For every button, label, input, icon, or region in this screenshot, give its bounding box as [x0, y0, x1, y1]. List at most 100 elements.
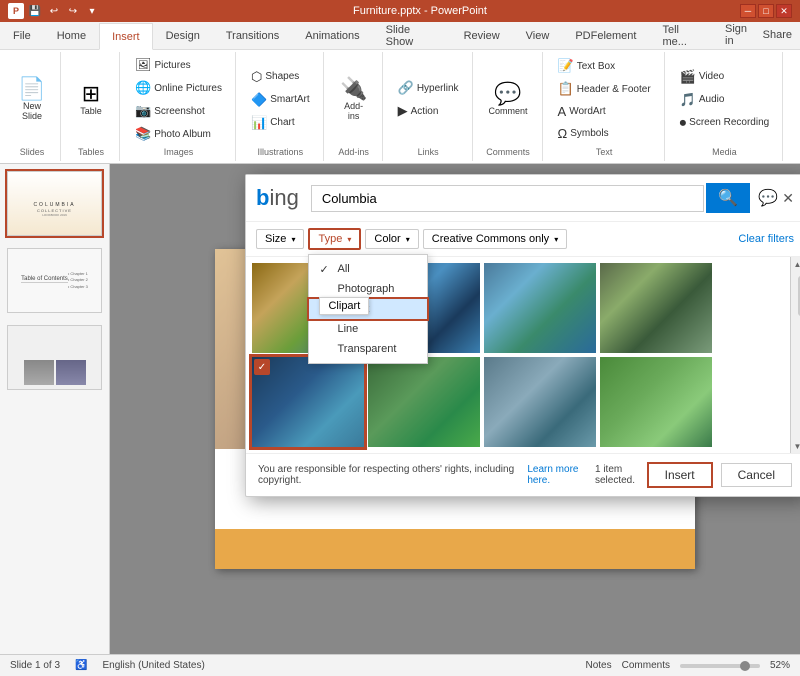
zoom-slider[interactable] [680, 664, 760, 668]
photo-album-icon: 📚 [135, 126, 151, 142]
slides-group-label: Slides [20, 147, 45, 159]
tab-home[interactable]: Home [44, 22, 99, 49]
ribbon-tabs: File Home Insert Design Transitions Anim… [0, 22, 800, 50]
cancel-btn[interactable]: Cancel [721, 463, 792, 487]
chart-icon: 📊 [251, 115, 267, 131]
color-arrow-icon: ▾ [406, 235, 410, 244]
new-slide-btn[interactable]: 📄 NewSlide [12, 74, 52, 125]
commons-filter-btn[interactable]: Creative Commons only ▾ [423, 229, 567, 249]
slide-thumb-3[interactable]: 3 [5, 323, 104, 392]
type-option-line[interactable]: Line [309, 319, 427, 339]
tab-review[interactable]: Review [451, 22, 513, 49]
dialog-close-btn[interactable]: ✕ [782, 190, 794, 207]
search-button[interactable]: 🔍 [706, 183, 750, 213]
size-filter-btn[interactable]: Size ▾ [256, 229, 304, 249]
undo-quick-btn[interactable]: ↩ [46, 3, 62, 19]
comments-btn[interactable]: Comments [622, 660, 670, 671]
restore-btn[interactable]: □ [758, 4, 774, 18]
header-footer-btn[interactable]: 📋 Header & Footer [553, 78, 656, 100]
tab-animations[interactable]: Animations [292, 22, 372, 49]
title-bar-left: P 💾 ↩ ↪ ▾ [8, 3, 100, 19]
comment-icon: 💬 [494, 83, 521, 105]
pictures-btn[interactable]: 🖼 Pictures [130, 54, 227, 76]
tab-pdfelement[interactable]: PDFelement [562, 22, 649, 49]
hyperlink-btn[interactable]: 🔗 Hyperlink [393, 77, 464, 99]
addins-group-label: Add-ins [338, 147, 369, 159]
tab-transitions[interactable]: Transitions [213, 22, 292, 49]
status-right: Notes Comments 52% [586, 660, 791, 671]
chart-btn[interactable]: 📊 Chart [246, 112, 315, 134]
close-btn[interactable]: ✕ [776, 4, 792, 18]
image-cell-8[interactable] [600, 357, 712, 447]
audio-btn[interactable]: 🎵 Audio [675, 89, 775, 111]
scroll-down-btn[interactable]: ▼ [791, 439, 800, 453]
slides-group-items: 📄 NewSlide [12, 54, 52, 145]
video-btn[interactable]: 🎬 Video [675, 66, 775, 88]
addins-btn[interactable]: 🔌 Add-ins [334, 74, 374, 125]
filters-bar: Size ▾ Type ▾ All Photograph Clipart [246, 222, 800, 257]
share-btn[interactable]: Share [763, 29, 792, 41]
scroll-up-btn[interactable]: ▲ [791, 257, 800, 271]
action-btn[interactable]: ▶ Action [393, 100, 464, 122]
tab-file[interactable]: File [0, 22, 44, 49]
slide-thumb-2[interactable]: 2 Table of Contents • Chapter 1• Chapter… [5, 246, 104, 315]
symbols-icon: Ω [558, 126, 568, 141]
type-filter-container: Type ▾ All Photograph Clipart Line Trans… [308, 228, 361, 250]
insert-btn[interactable]: Insert [647, 462, 713, 488]
screen-recording-btn[interactable]: ⏺ Screen Recording [675, 112, 775, 134]
sign-in-btn[interactable]: Sign in [725, 23, 755, 47]
type-option-all[interactable]: All [309, 259, 427, 279]
online-pictures-btn[interactable]: 🌐 Online Pictures [130, 77, 227, 99]
image-cell-7[interactable] [484, 357, 596, 447]
photo-album-btn[interactable]: 📚 Photo Album [130, 123, 227, 145]
image-cell-5[interactable] [252, 357, 364, 447]
notes-btn[interactable]: Notes [586, 660, 612, 671]
wordart-btn[interactable]: A WordArt [553, 101, 656, 122]
learn-more-link[interactable]: Learn more here. [527, 464, 595, 486]
main-area: 1 COLUMBIA COLLECTIVE LOOKBOOK 2019 2 Ta… [0, 164, 800, 654]
group-table: ⊞ Table Tables [63, 52, 120, 161]
tab-view[interactable]: View [513, 22, 563, 49]
group-slides: 📄 NewSlide Slides [4, 52, 61, 161]
bing-dialog: b ing 🔍 💬 ✕ Size ▾ Type ▾ [245, 174, 800, 497]
image-cell-3[interactable] [484, 263, 596, 353]
search-input[interactable] [311, 185, 705, 212]
tab-slideshow[interactable]: Slide Show [373, 22, 451, 49]
shapes-btn[interactable]: ⬡ Shapes [246, 66, 315, 88]
screen-recording-icon: ⏺ [680, 115, 687, 131]
tab-tellme[interactable]: Tell me... [649, 22, 717, 49]
slide-thumbnail-3 [7, 325, 102, 390]
table-icon: ⊞ [82, 83, 100, 105]
type-option-transparent[interactable]: Transparent [309, 339, 427, 359]
table-btn[interactable]: ⊞ Table [71, 79, 111, 120]
textbox-btn[interactable]: 📝 Text Box [553, 55, 656, 77]
image-cell-4[interactable] [600, 263, 712, 353]
tab-design[interactable]: Design [153, 22, 213, 49]
save-quick-btn[interactable]: 💾 [27, 3, 43, 19]
zoom-thumb[interactable] [740, 661, 750, 671]
action-icon: ▶ [398, 103, 408, 119]
comments-group-items: 💬 Comment [483, 54, 534, 145]
slide-thumb-1[interactable]: 1 COLUMBIA COLLECTIVE LOOKBOOK 2019 [5, 169, 104, 238]
ribbon-content: 📄 NewSlide Slides ⊞ Table Tables 🖼 [0, 50, 800, 163]
minimize-btn[interactable]: ─ [740, 4, 756, 18]
clear-filters-link[interactable]: Clear filters [738, 233, 794, 245]
bing-logo: b ing [256, 185, 299, 211]
image-cell-6[interactable] [368, 357, 480, 447]
chat-icon[interactable]: 💬 [758, 188, 778, 208]
customize-quick-btn[interactable]: ▾ [84, 3, 100, 19]
ribbon: File Home Insert Design Transitions Anim… [0, 22, 800, 164]
color-filter-btn[interactable]: Color ▾ [365, 229, 418, 249]
comment-btn[interactable]: 💬 Comment [483, 79, 534, 120]
new-slide-icon: 📄 [18, 78, 45, 100]
tab-insert[interactable]: Insert [99, 23, 153, 50]
type-filter-btn[interactable]: Type ▾ [308, 228, 361, 250]
smartart-btn[interactable]: 🔷 SmartArt [246, 89, 315, 111]
type-option-photograph[interactable]: Photograph [309, 279, 427, 299]
slide-info: Slide 1 of 3 [10, 660, 60, 671]
commons-arrow-icon: ▾ [554, 235, 558, 244]
canvas-area: COLUMBIA COLLECTIVE LOOKBOOK 2019 b ing … [110, 164, 800, 654]
symbols-btn[interactable]: Ω Symbols [553, 123, 656, 144]
redo-quick-btn[interactable]: ↪ [65, 3, 81, 19]
screenshot-btn[interactable]: 📷 Screenshot [130, 100, 227, 122]
